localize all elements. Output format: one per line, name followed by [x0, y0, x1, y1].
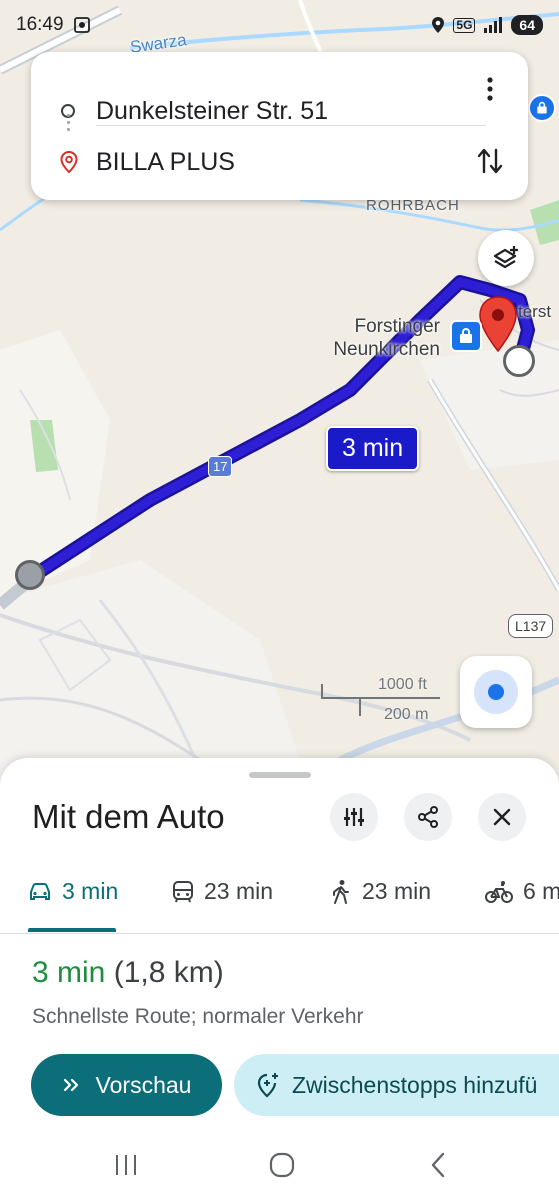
directions-card: Dunkelsteiner Str. 51 BILLA PLUS [31, 52, 528, 200]
swap-icon [477, 148, 503, 174]
share-button[interactable] [404, 793, 452, 841]
tab-walk[interactable]: 23 min [330, 878, 431, 905]
duration-value: 3 min [32, 956, 106, 989]
close-button[interactable] [478, 793, 526, 841]
sheet-title: Mit dem Auto [32, 798, 225, 835]
recents-button[interactable] [106, 1150, 146, 1180]
scale-ft-label: 1000 ft [378, 676, 427, 693]
preview-button[interactable]: Vorschau [31, 1054, 222, 1116]
add-stops-label: Zwischenstopps hinzufü [292, 1071, 538, 1098]
tab-bike[interactable]: 6 m [485, 878, 559, 905]
route-description: Schnellste Route; normaler Verkehr [32, 1005, 364, 1028]
map-scale: 1000 ft 200 m [320, 676, 450, 723]
share-icon [418, 806, 438, 828]
tab-car[interactable]: 3 min [28, 878, 118, 905]
car-icon [30, 882, 50, 900]
double-chevron-icon [63, 1078, 78, 1092]
scale-m-label: 200 m [384, 706, 429, 723]
destination-pin-icon[interactable] [478, 295, 518, 353]
route-duration: 3 min (1,8 km) [32, 956, 224, 990]
shopping-poi-icon-2[interactable] [528, 94, 556, 122]
screenshot-icon [73, 17, 90, 33]
status-time: 16:49 [16, 14, 64, 35]
layers-icon [493, 246, 518, 269]
back-icon [431, 1152, 445, 1178]
more-options-button[interactable] [477, 74, 503, 104]
battery-icon: 64 [511, 15, 543, 35]
route-time-badge[interactable]: 3 min [326, 426, 420, 471]
origin-field[interactable]: Dunkelsteiner Str. 51 [96, 97, 328, 126]
signal-icon [484, 17, 503, 33]
tab-transit[interactable]: 23 min [172, 878, 273, 905]
swap-button[interactable] [473, 144, 507, 178]
destination-row[interactable]: BILLA PLUS [31, 132, 528, 192]
transit-icon [173, 880, 193, 902]
bike-icon [485, 880, 513, 903]
route-start-marker[interactable] [15, 560, 45, 590]
back-button[interactable] [418, 1150, 458, 1180]
battery-level: 64 [519, 17, 535, 33]
tab-car-label: 3 min [62, 878, 119, 904]
home-button[interactable] [262, 1150, 302, 1180]
destination-pin-small-icon [60, 150, 78, 174]
divider [96, 125, 486, 126]
layers-button[interactable] [478, 230, 534, 286]
location-icon [432, 17, 445, 33]
tab-bike-label: 6 m [523, 878, 559, 904]
network-type: 5G [453, 17, 476, 33]
poi-label[interactable]: Forstinger Neunkirchen [300, 315, 440, 361]
tab-walk-label: 23 min [362, 878, 432, 904]
distance-value: (1,8 km) [113, 956, 224, 989]
screen: Swarza ROHRBACH Forstinger Neunkirchen t… [0, 0, 559, 1200]
location-dot-icon [474, 670, 518, 714]
road-l137-shield: L137 [508, 614, 554, 638]
system-nav-bar [0, 1130, 559, 1200]
add-stops-button[interactable]: Zwischenstopps hinzufü [234, 1054, 559, 1116]
status-bar: 16:49 5G 64 [0, 0, 559, 50]
preview-label: Vorschau [95, 1071, 192, 1098]
road-17-shield: 17 [208, 456, 233, 477]
shopping-poi-icon[interactable] [450, 320, 482, 352]
close-icon [493, 808, 511, 826]
more-vert-icon [487, 77, 493, 101]
tabs-divider [0, 933, 559, 934]
tune-icon [344, 808, 364, 826]
active-tab-indicator [28, 928, 116, 932]
sheet-drag-handle[interactable] [249, 772, 311, 778]
street-label: terst [518, 302, 552, 321]
home-icon [269, 1152, 295, 1178]
recents-icon [116, 1155, 136, 1175]
walk-icon [333, 879, 349, 904]
destination-field[interactable]: BILLA PLUS [96, 148, 235, 177]
tab-transit-label: 23 min [204, 878, 274, 904]
add-location-icon [257, 1073, 278, 1098]
my-location-button[interactable] [460, 656, 532, 728]
travel-mode-tabs: 3 min 23 min 23 min 6 m [0, 858, 559, 934]
route-options-button[interactable] [330, 793, 378, 841]
